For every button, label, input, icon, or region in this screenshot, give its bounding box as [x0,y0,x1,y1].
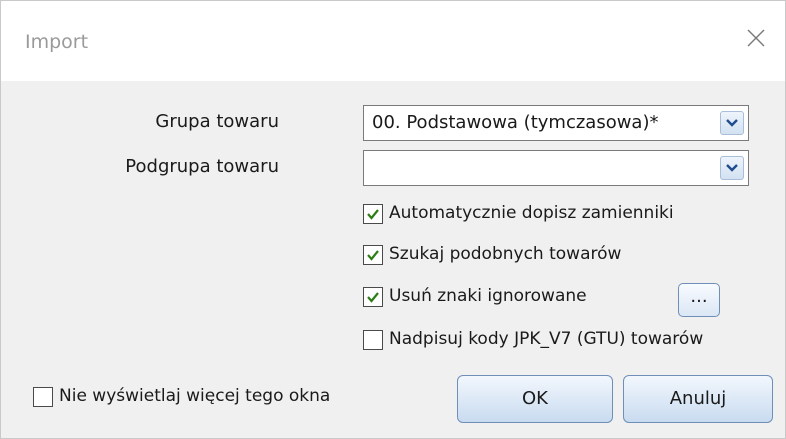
subgroup-select[interactable] [363,150,749,186]
group-select-value: 00. Podstawowa (tymczasowa)* [372,112,659,133]
ignored-chars-settings-button[interactable]: ... [678,283,720,317]
option-label: Usuń znaki ignorowane [389,286,587,306]
subgroup-label: Podgrupa towaru [125,156,279,177]
title-bar: Import [1,1,785,81]
checkbox-find-similar[interactable] [363,245,383,265]
group-select[interactable]: 00. Podstawowa (tymczasowa)* [363,105,749,141]
checkbox-remove-ignored[interactable] [363,287,383,307]
subgroup-dropdown-button[interactable] [720,156,744,180]
group-dropdown-button[interactable] [720,111,744,135]
checkbox-dont-show-again[interactable] [33,387,53,407]
ok-button[interactable]: OK [457,375,613,423]
option-label: Szukaj podobnych towarów [389,244,622,264]
close-icon [747,29,765,47]
window-title: Import [25,31,89,53]
checkmark-icon [367,250,379,261]
checkmark-icon [367,209,379,220]
group-label: Grupa towaru [155,111,279,132]
option-label: Nie wyświetlaj więcej tego okna [59,386,331,406]
checkbox-auto-substitutes[interactable] [363,204,383,224]
checkbox-overwrite-jpk[interactable] [363,330,383,350]
chevron-down-icon [726,164,738,172]
close-button[interactable] [741,23,771,53]
option-label: Automatycznie dopisz zamienniki [389,203,674,223]
import-dialog: Import Grupa towaru 00. Podstawowa (tymc… [0,0,786,439]
chevron-down-icon [726,119,738,127]
cancel-button[interactable]: Anuluj [623,375,773,423]
checkmark-icon [367,292,379,303]
option-label: Nadpisuj kody JPK_V7 (GTU) towarów [389,329,704,349]
